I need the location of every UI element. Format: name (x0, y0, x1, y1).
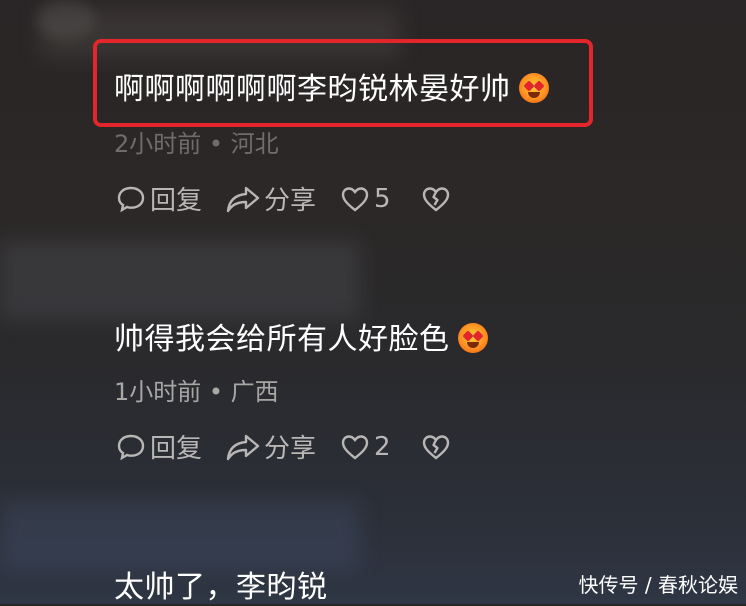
comment-bubble-icon (117, 434, 145, 460)
heart-icon (341, 434, 369, 460)
blurred-avatar-region (0, 500, 360, 570)
comment-text: 太帅了，李昀锐 (114, 562, 328, 606)
dislike-button[interactable] (421, 432, 451, 462)
reply-label: 回复 (150, 186, 203, 216)
comment-actions: 回复 分享 2 (114, 428, 451, 465)
blurred-avatar-region (0, 240, 360, 320)
like-button[interactable]: 2 (340, 432, 391, 462)
like-count: 2 (374, 431, 391, 462)
highlight-box (93, 39, 593, 127)
share-arrow-icon (226, 186, 260, 212)
reply-label: 回复 (150, 434, 203, 464)
share-button[interactable]: 分享 (224, 428, 316, 465)
like-count: 5 (374, 183, 391, 214)
share-label: 分享 (264, 434, 317, 464)
reply-button[interactable]: 回复 (114, 180, 202, 217)
watermark: 快传号 / 春秋论娱 (578, 573, 738, 597)
reply-button[interactable]: 回复 (114, 428, 202, 465)
comment-body: 太帅了，李昀锐 (114, 570, 328, 605)
broken-heart-icon (422, 434, 449, 460)
comment-meta: 2小时前 • 河北 (114, 130, 279, 158)
share-arrow-icon (226, 434, 260, 460)
dislike-button[interactable] (421, 184, 451, 214)
share-button[interactable]: 分享 (224, 180, 316, 217)
share-label: 分享 (264, 186, 317, 216)
like-button[interactable]: 5 (340, 184, 391, 214)
heart-icon (341, 186, 369, 212)
comment-meta: 1小时前 • 广西 (114, 378, 279, 406)
heart-eyes-emoji-icon (457, 323, 488, 353)
comment-bubble-icon (117, 186, 145, 212)
comment-actions: 回复 分享 5 (114, 180, 451, 217)
comment-text: 帅得我会给所有人好脸色 (114, 314, 488, 358)
broken-heart-icon (422, 186, 449, 212)
comment-body: 帅得我会给所有人好脸色 (114, 322, 450, 357)
